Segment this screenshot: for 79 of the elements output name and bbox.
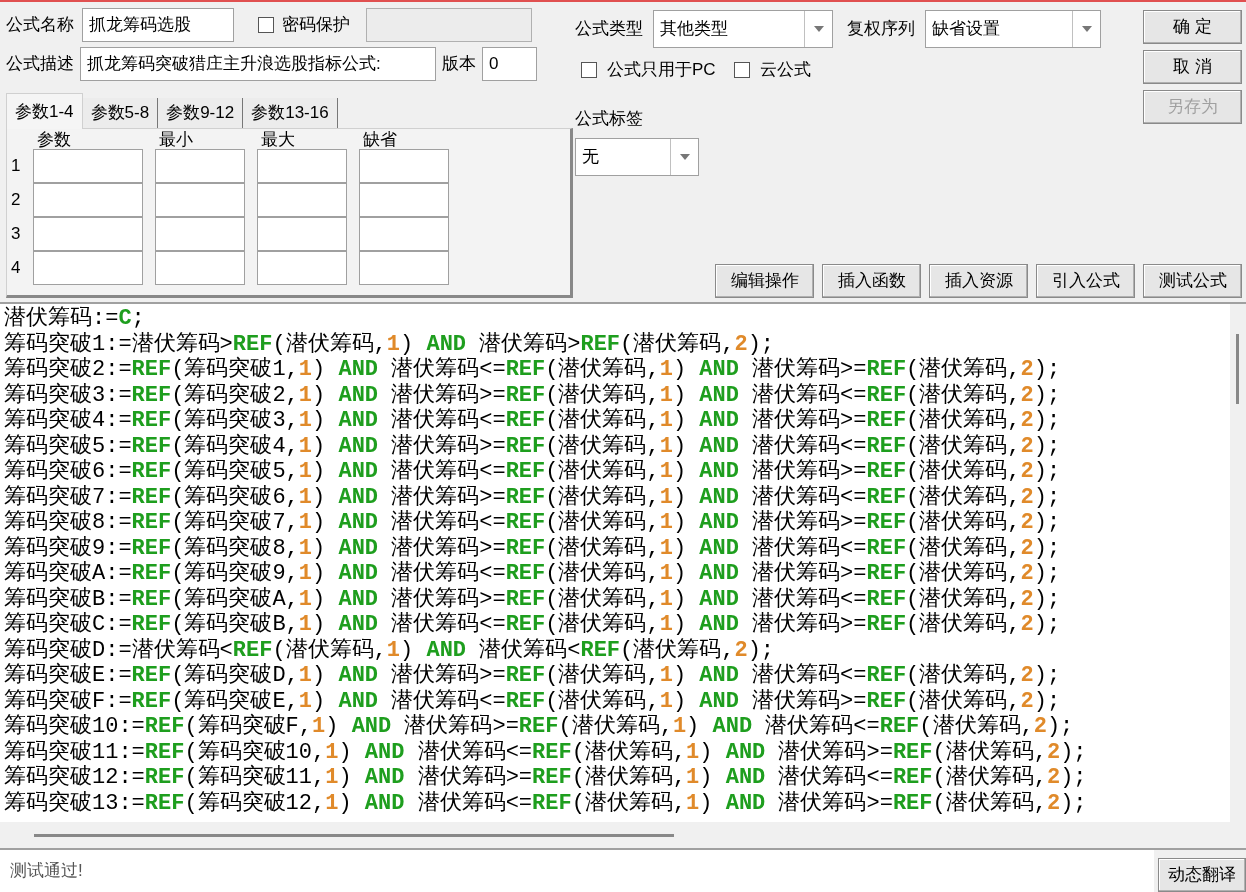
dialog-button[interactable]: 确 定 [1143, 10, 1242, 44]
checkbox-label: 云公式 [759, 59, 811, 82]
dialog-button[interactable]: 动态翻译 [1158, 858, 1246, 892]
checkbox-label: 密码保护 [282, 14, 350, 37]
dialog-button[interactable]: 编辑操作 [715, 264, 814, 298]
dropdown[interactable]: 无 [575, 137, 699, 176]
param-field[interactable] [33, 183, 143, 217]
param-field[interactable] [359, 217, 449, 251]
param-field[interactable] [257, 251, 347, 285]
dropdown[interactable]: 缺省设置 [925, 10, 1101, 48]
version-field[interactable]: 0 [482, 47, 537, 81]
param-field[interactable] [257, 149, 347, 183]
code-line: 筹码突破3:=REF(筹码突破2,1) AND 潜伏筹码>=REF(潜伏筹码,1) AND 潜伏筹码<=REF(潜伏筹码,2); [4, 382, 1061, 408]
param-field[interactable] [359, 149, 449, 183]
tab[interactable]: 参数13-16 [243, 98, 338, 128]
checkbox-label: 公式只用于PC [607, 59, 716, 82]
dialog-button[interactable]: 插入函数 [822, 264, 921, 298]
dropdown-arrow-icon [1081, 26, 1092, 32]
column-header: 参数 [37, 130, 72, 148]
field-label: 公式类型 [575, 18, 643, 41]
code-line: 筹码突破F:=REF(筹码突破E,1) AND 潜伏筹码<=REF(潜伏筹码,1) AND 潜伏筹码>=REF(潜伏筹码,2); [4, 688, 1061, 714]
code-line: 筹码突破13:=REF(筹码突破12,1) AND 潜伏筹码<=REF(潜伏筹码,1) AND 潜伏筹码>=REF(潜伏筹码,2); [4, 790, 1087, 816]
row-number: 2 [11, 189, 21, 212]
code-line: 筹码突破E:=REF(筹码突破D,1) AND 潜伏筹码>=REF(潜伏筹码,1) AND 潜伏筹码<=REF(潜伏筹码,2); [4, 663, 1061, 688]
param-field[interactable] [155, 183, 245, 217]
code-line: 筹码突破7:=REF(筹码突破6,1) AND 潜伏筹码>=REF(潜伏筹码,1) AND 潜伏筹码<=REF(潜伏筹码,2); [4, 484, 1061, 510]
code-line: 筹码突破2:=REF(筹码突破1,1) AND 潜伏筹码<=REF(潜伏筹码,1) AND 潜伏筹码>=REF(潜伏筹码,2); [4, 357, 1061, 382]
param-field[interactable] [155, 217, 245, 251]
dialog-button[interactable]: 取 消 [1143, 50, 1242, 84]
code-line: 筹码突破8:=REF(筹码突破7,1) AND 潜伏筹码<=REF(潜伏筹码,1) AND 潜伏筹码>=REF(潜伏筹码,2); [4, 510, 1061, 535]
formula-name-field[interactable]: 抓龙筹码选股 [82, 8, 234, 42]
code-line: 筹码突破C:=REF(筹码突破B,1) AND 潜伏筹码<=REF(潜伏筹码,1) AND 潜伏筹码>=REF(潜伏筹码,2); [4, 612, 1061, 637]
column-header: 缺省 [363, 130, 398, 148]
dropdown-arrow-icon [679, 153, 690, 160]
description-field[interactable]: 抓龙筹码突破猎庄主升浪选股指标公式: [80, 47, 436, 81]
dropdown-arrow-icon [813, 26, 824, 32]
checkbox[interactable] [581, 62, 597, 78]
param-field[interactable] [257, 217, 347, 251]
tab[interactable]: 参数1-4 [6, 93, 83, 129]
checkbox[interactable] [258, 17, 274, 33]
row-number: 1 [11, 155, 21, 178]
code-line: 筹码突破5:=REF(筹码突破4,1) AND 潜伏筹码>=REF(潜伏筹码,1) AND 潜伏筹码<=REF(潜伏筹码,2); [4, 433, 1061, 459]
code-line: 潜伏筹码:=C; [4, 306, 145, 331]
row-number: 4 [11, 257, 21, 280]
param-field[interactable] [33, 251, 143, 285]
param-field[interactable] [33, 149, 143, 183]
code-line: 筹码突破A:=REF(筹码突破9,1) AND 潜伏筹码<=REF(潜伏筹码,1) AND 潜伏筹码>=REF(潜伏筹码,2); [4, 561, 1061, 586]
field-label: 复权序列 [847, 19, 915, 39]
code-line: 筹码突破9:=REF(筹码突破8,1) AND 潜伏筹码>=REF(潜伏筹码,1) AND 潜伏筹码<=REF(潜伏筹码,2); [4, 535, 1061, 561]
row-number: 3 [11, 223, 21, 246]
tab[interactable]: 参数9-12 [158, 98, 244, 128]
field-label: 公式名称 [6, 14, 74, 37]
code-line: 筹码突破1:=潜伏筹码>REF(潜伏筹码,1) AND 潜伏筹码>REF(潜伏筹码,2); [4, 331, 775, 357]
code-line: 筹码突破11:=REF(筹码突破10,1) AND 潜伏筹码<=REF(潜伏筹码,1) AND 潜伏筹码>=REF(潜伏筹码,2); [4, 739, 1087, 765]
code-line: 筹码突破10:=REF(筹码突破F,1) AND 潜伏筹码>=REF(潜伏筹码,1) AND 潜伏筹码<=REF(潜伏筹码,2); [4, 714, 1074, 739]
checkbox[interactable] [733, 62, 750, 78]
dialog-button[interactable]: 插入资源 [929, 264, 1028, 298]
param-field[interactable] [155, 251, 245, 285]
tab[interactable]: 参数5-8 [82, 98, 159, 128]
dialog-button[interactable]: 引入公式 [1036, 264, 1135, 298]
code-line: 筹码突破4:=REF(筹码突破3,1) AND 潜伏筹码<=REF(潜伏筹码,1) AND 潜伏筹码>=REF(潜伏筹码,2); [4, 408, 1061, 433]
code-line: 筹码突破6:=REF(筹码突破5,1) AND 潜伏筹码<=REF(潜伏筹码,1) AND 潜伏筹码>=REF(潜伏筹码,2); [4, 459, 1061, 484]
column-header: 最大 [261, 130, 296, 148]
param-field[interactable] [33, 217, 143, 251]
vertical-scrollbar[interactable] [1230, 304, 1246, 822]
dropdown[interactable]: 其他类型 [653, 10, 833, 48]
param-field[interactable] [359, 183, 449, 217]
dialog-button[interactable]: 测试公式 [1143, 264, 1242, 298]
code-line: 筹码突破B:=REF(筹码突破A,1) AND 潜伏筹码>=REF(潜伏筹码,1) AND 潜伏筹码<=REF(潜伏筹码,2); [4, 586, 1061, 612]
code-line: 筹码突破12:=REF(筹码突破11,1) AND 潜伏筹码>=REF(潜伏筹码,1) AND 潜伏筹码<=REF(潜伏筹码,2); [4, 765, 1087, 790]
param-field[interactable] [257, 183, 347, 217]
status-output: 测试通过! [0, 850, 1154, 892]
code-line: 筹码突破D:=潜伏筹码<REF(潜伏筹码,1) AND 潜伏筹码<REF(潜伏筹码,2); [4, 637, 775, 663]
param-field[interactable] [359, 251, 449, 285]
field-label: 公式标签 [575, 109, 643, 128]
param-field[interactable] [155, 149, 245, 183]
column-header: 最小 [159, 130, 194, 148]
field-label: 版本 [442, 53, 476, 76]
field-label: 公式描述 [6, 53, 74, 76]
